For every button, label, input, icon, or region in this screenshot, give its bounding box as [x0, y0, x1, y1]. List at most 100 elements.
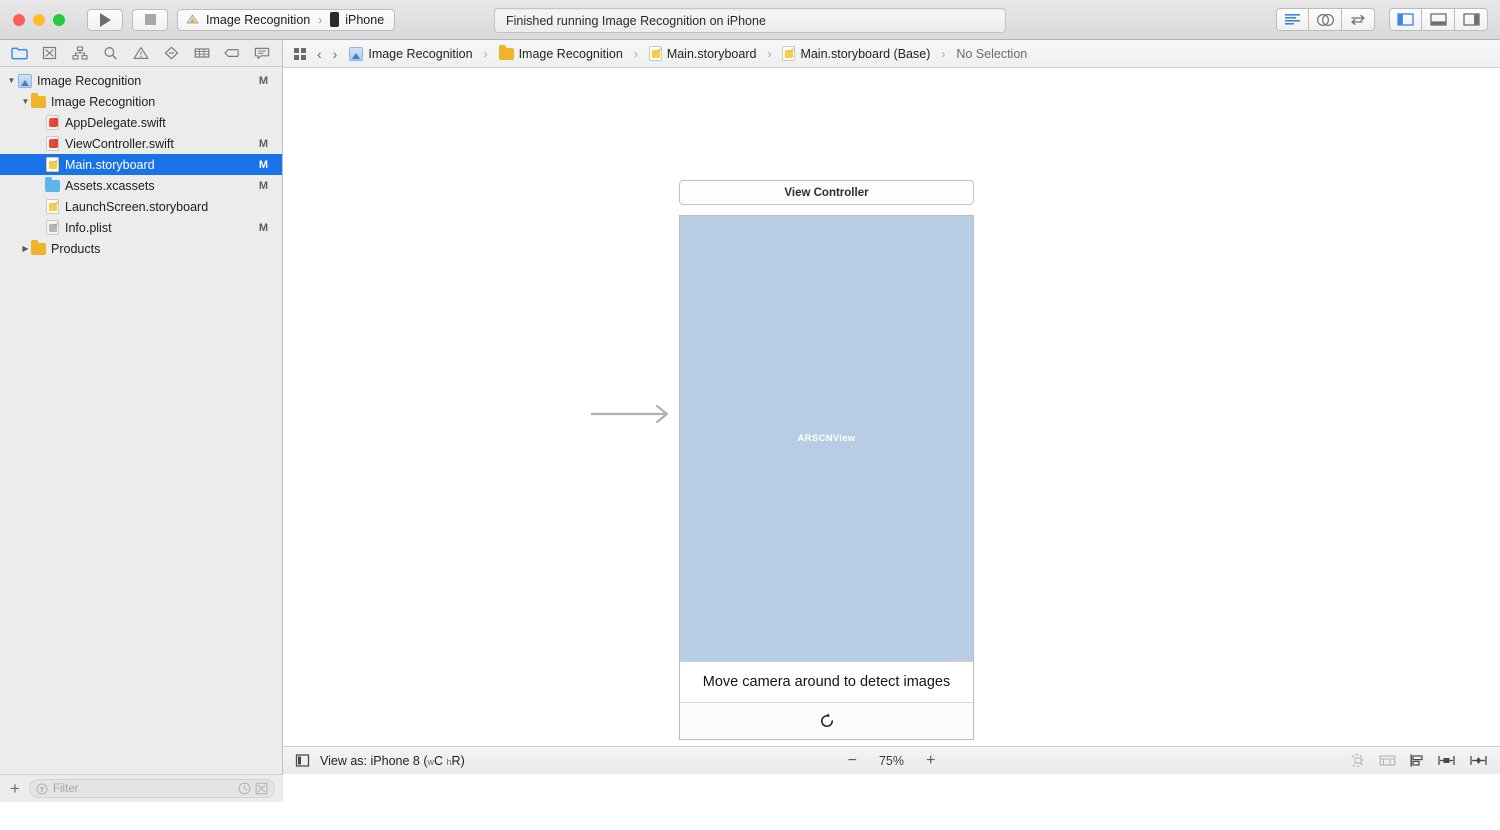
canvas-footer: View as: iPhone 8 (wC hR) − 75% +	[283, 746, 1500, 774]
reset-button[interactable]	[680, 702, 973, 739]
breadcrumb-separator-icon: ›	[767, 47, 771, 61]
tree-item-label: Image Recognition	[37, 74, 141, 88]
folder-yellow-icon	[31, 94, 46, 109]
back-button[interactable]: ‹	[317, 46, 322, 62]
navigator-tab-breakpoint-navigator[interactable]	[218, 43, 245, 64]
tree-row-main-storyboard[interactable]: Main.storyboard M	[0, 154, 282, 175]
project-icon	[349, 47, 363, 61]
breadcrumb-base-localization[interactable]: Main.storyboard (Base)	[782, 46, 930, 61]
device-icon	[330, 12, 339, 27]
view-as-control[interactable]: View as: iPhone 8 (wC hR)	[320, 754, 465, 768]
navigator-tab-test-navigator[interactable]	[158, 43, 185, 64]
debug-area-toggle-button[interactable]	[1422, 8, 1455, 31]
panel-toggle-group	[1389, 8, 1488, 31]
utilities-toggle-button[interactable]	[1455, 8, 1488, 31]
storyboard-file-icon	[649, 46, 662, 61]
breadcrumb-file[interactable]: Main.storyboard	[649, 46, 757, 61]
size-class-h: R	[452, 754, 461, 768]
device-toggle-icon[interactable]	[295, 753, 310, 768]
forward-button[interactable]: ›	[333, 46, 338, 62]
message-label[interactable]: Move camera around to detect images	[680, 661, 973, 702]
navigator-tab-project-navigator[interactable]	[6, 43, 33, 64]
source-control-filter-icon[interactable]	[255, 782, 268, 795]
navigator-tab-source-control-navigator[interactable]	[36, 43, 63, 64]
assistant-editor-button[interactable]	[1309, 8, 1342, 31]
tree-row-assets-xcassets[interactable]: Assets.xcassets M	[0, 175, 282, 196]
tree-row-viewcontroller-swift[interactable]: ViewController.swift M	[0, 133, 282, 154]
version-editor-button[interactable]	[1342, 8, 1375, 31]
project-file-tree: ▼ Image Recognition M ▼ Image Recognitio…	[0, 67, 282, 259]
zoom-out-button[interactable]: −	[848, 753, 857, 769]
swift-file-icon	[45, 136, 60, 151]
scheme-separator-icon: ›	[318, 13, 322, 27]
storyboard-file-icon	[782, 46, 795, 61]
size-class-spec: (wC hR)	[423, 754, 464, 768]
view-controller-scene[interactable]: View Controller ARSCNView Move camera ar…	[679, 180, 974, 740]
related-items-icon[interactable]	[293, 47, 307, 61]
navigator-footer: + Filter	[0, 774, 283, 802]
navigator-panel: ▼ Image Recognition M ▼ Image Recognitio…	[0, 40, 283, 802]
scene-title-bar[interactable]: View Controller	[679, 180, 974, 205]
standard-editor-button[interactable]	[1276, 8, 1309, 31]
play-icon	[100, 13, 111, 27]
align-icon[interactable]	[1409, 753, 1424, 768]
navigator-tab-symbol-navigator[interactable]	[67, 43, 94, 64]
zoom-button[interactable]	[53, 14, 65, 26]
jump-bar: ‹ › Image Recognition › Image Recognitio…	[283, 40, 1500, 68]
folder-yellow-icon	[31, 241, 46, 256]
tree-item-label: Assets.xcassets	[65, 179, 155, 193]
navigator-tab-find-navigator[interactable]	[97, 43, 124, 64]
embed-in-icon[interactable]	[1379, 753, 1396, 768]
minimize-button[interactable]	[33, 14, 45, 26]
breadcrumb-label: No Selection	[956, 47, 1027, 61]
breadcrumb-label: Image Recognition	[519, 47, 623, 61]
resolve-issues-icon[interactable]	[1469, 753, 1488, 768]
stop-button[interactable]	[132, 9, 168, 31]
breadcrumb-project[interactable]: Image Recognition	[349, 47, 472, 61]
view-controller-view[interactable]: ARSCNView Move camera around to detect i…	[679, 215, 974, 740]
scheme-name: Image Recognition	[206, 13, 310, 27]
tree-item-label: LaunchScreen.storyboard	[65, 200, 208, 214]
traffic-lights	[0, 14, 65, 26]
tree-row-products[interactable]: ▶ Products	[0, 238, 282, 259]
tree-row-info-plist[interactable]: Info.plist M	[0, 217, 282, 238]
project-icon	[17, 73, 32, 88]
breadcrumb-group[interactable]: Image Recognition	[499, 47, 623, 61]
window-toolbar: Image Recognition › iPhone Finished runn…	[0, 0, 1500, 40]
breadcrumb-separator-icon: ›	[941, 47, 945, 61]
folder-yellow-icon	[499, 48, 514, 60]
size-class-w: C	[434, 754, 443, 768]
device-name: iPhone 8	[371, 754, 420, 768]
navigator-tab-issue-navigator[interactable]	[127, 43, 154, 64]
clock-icon[interactable]	[238, 782, 251, 795]
navigator-tab-report-navigator[interactable]	[249, 43, 276, 64]
disclosure-triangle-icon[interactable]: ▼	[20, 97, 31, 106]
navigator-toggle-button[interactable]	[1389, 8, 1422, 31]
breadcrumb-selection[interactable]: No Selection	[956, 47, 1027, 61]
disclosure-triangle-icon[interactable]: ▶	[20, 244, 31, 253]
close-button[interactable]	[13, 14, 25, 26]
toolbar-right-controls	[1276, 8, 1488, 31]
arscnview[interactable]: ARSCNView	[680, 216, 973, 661]
tree-row-project[interactable]: ▼ Image Recognition M	[0, 70, 282, 91]
breadcrumb-separator-icon: ›	[484, 47, 488, 61]
disclosure-triangle-icon[interactable]: ▼	[6, 76, 17, 85]
view-as-label: View as:	[320, 754, 367, 768]
update-frames-icon[interactable]	[1350, 753, 1366, 768]
breadcrumb-label: Main.storyboard (Base)	[800, 47, 930, 61]
run-button[interactable]	[87, 9, 123, 31]
initial-view-controller-arrow-icon	[589, 400, 675, 428]
storyboard-file-icon	[45, 157, 60, 172]
tree-row-group-image-recognition[interactable]: ▼ Image Recognition	[0, 91, 282, 112]
navigator-tab-debug-navigator[interactable]	[188, 43, 215, 64]
add-file-button[interactable]: +	[8, 780, 22, 797]
storyboard-canvas[interactable]: View Controller ARSCNView Move camera ar…	[283, 68, 1500, 774]
refresh-icon	[817, 711, 837, 731]
add-constraints-icon[interactable]	[1437, 753, 1456, 768]
zoom-in-button[interactable]: +	[926, 753, 935, 769]
tree-row-appdelegate-swift[interactable]: AppDelegate.swift	[0, 112, 282, 133]
filter-input[interactable]: Filter	[29, 779, 275, 798]
scheme-selector[interactable]: Image Recognition › iPhone	[177, 9, 395, 31]
tree-row-launchscreen-storyboard[interactable]: LaunchScreen.storyboard	[0, 196, 282, 217]
filter-icon	[36, 783, 48, 795]
